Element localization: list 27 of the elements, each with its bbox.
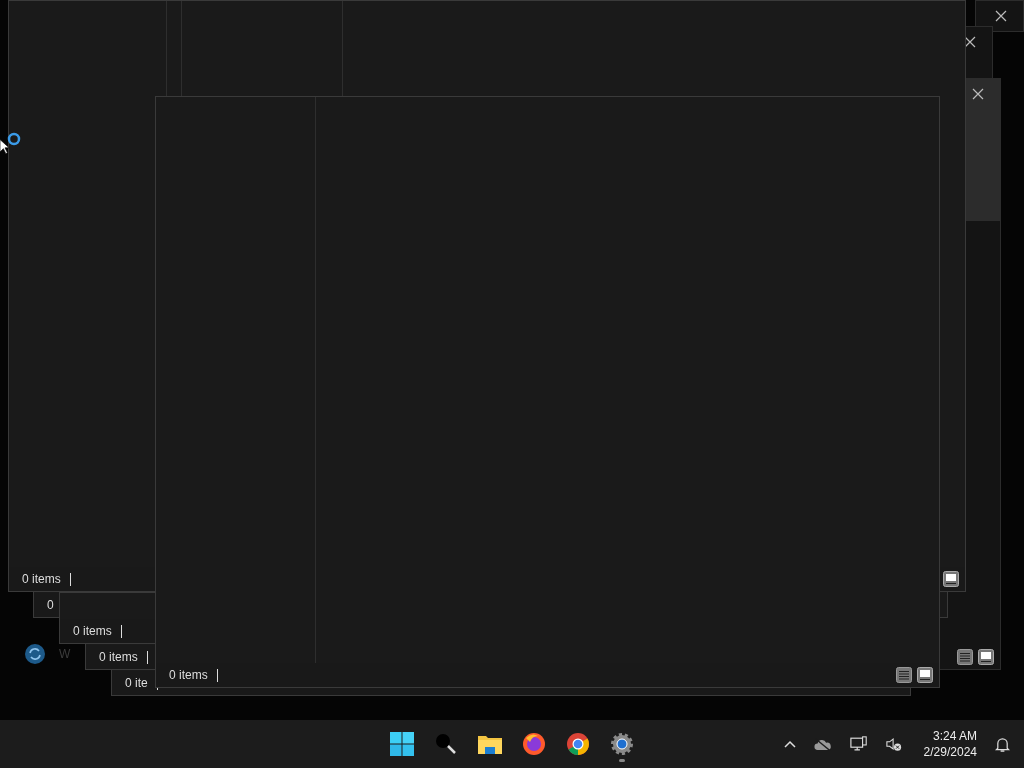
details-view-icon[interactable] (957, 649, 973, 665)
clock[interactable]: 3:24 AM 2/29/2024 (923, 728, 977, 760)
close-icon[interactable] (964, 36, 976, 48)
sync-icon[interactable] (25, 644, 45, 664)
browser-icon (566, 732, 590, 756)
folder-icon (477, 733, 503, 755)
bell-icon[interactable] (995, 735, 1010, 753)
details-view-icon[interactable] (896, 667, 912, 683)
close-icon[interactable] (995, 10, 1007, 22)
windows-logo-icon (390, 732, 414, 756)
chevron-up-icon[interactable] (783, 740, 796, 748)
item-count: 0 items (99, 650, 148, 664)
loading-icon (7, 132, 21, 146)
gear-icon (610, 732, 634, 756)
cloud-off-icon[interactable] (813, 737, 832, 751)
thumbnail-view-icon[interactable] (978, 649, 994, 665)
network-icon[interactable] (849, 735, 868, 753)
thumbnail-view-icon[interactable] (917, 667, 933, 683)
item-count: 0 items (169, 668, 218, 682)
thumbnail-view-icon[interactable] (943, 571, 959, 587)
browser-icon (522, 732, 546, 756)
close-icon[interactable] (972, 88, 984, 100)
speaker-muted-icon[interactable] (885, 736, 902, 752)
search-icon (434, 732, 458, 756)
item-count: 0 items (22, 572, 71, 586)
scrollbar[interactable] (966, 79, 1000, 221)
item-count: 0 items (73, 624, 122, 638)
